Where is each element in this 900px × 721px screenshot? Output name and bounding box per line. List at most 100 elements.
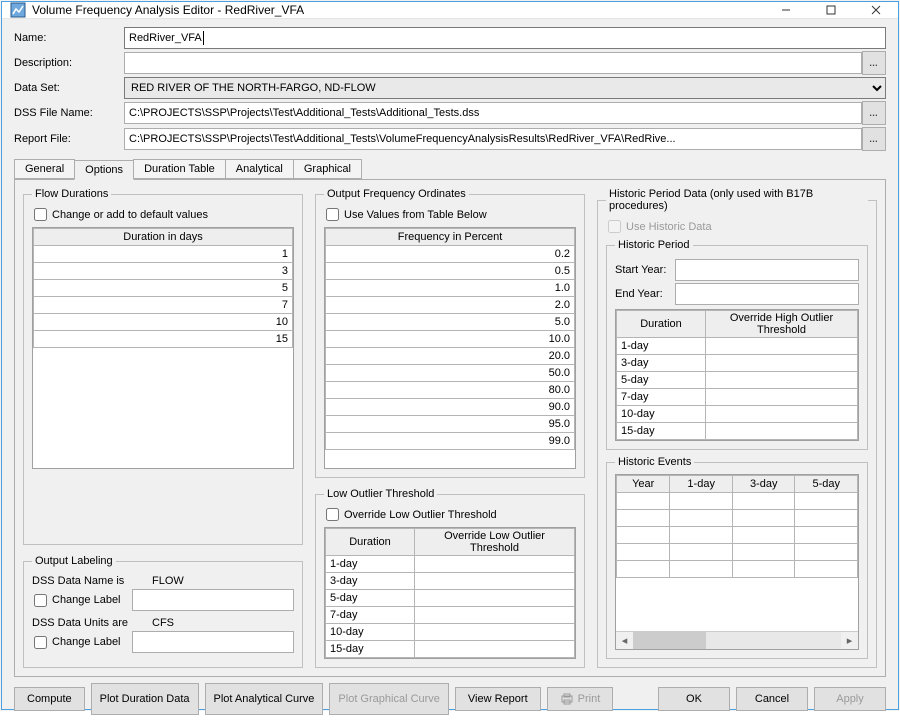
table-row: 7-day	[326, 607, 415, 624]
description-label: Description:	[14, 57, 124, 69]
text-caret	[203, 31, 204, 45]
historic-period-inner: Historic Period Start Year: End Year: Du…	[606, 239, 868, 450]
report-file-input[interactable]: C:\PROJECTS\SSP\Projects\Test\Additional…	[124, 128, 862, 150]
dss-file-browse-button[interactable]: …	[862, 101, 886, 125]
table-row	[617, 493, 858, 510]
table-row: 0.2	[326, 246, 575, 263]
table-row: 10	[34, 314, 293, 331]
compute-button[interactable]: Compute	[14, 687, 85, 711]
historic-events-inner: Historic Events Year1-day3-day5-day	[606, 456, 868, 659]
table-row: 5.0	[326, 314, 575, 331]
low-outlier-table[interactable]: DurationOverride Low Outlier Threshold 1…	[325, 528, 575, 658]
table-row: 7	[34, 297, 293, 314]
table-row: 15-day	[326, 641, 415, 658]
maximize-button[interactable]	[808, 2, 853, 18]
tab-strip: General Options Duration Table Analytica…	[14, 159, 886, 179]
ellipsis-icon: …	[869, 108, 879, 118]
data-set-label: Data Set:	[14, 82, 124, 94]
description-browse-button[interactable]: …	[862, 51, 886, 75]
table-row: 10.0	[326, 331, 575, 348]
table-row: 20.0	[326, 348, 575, 365]
table-row	[617, 510, 858, 527]
low-outlier-group: Low Outlier Threshold Override Low Outli…	[315, 488, 585, 668]
table-row: 7-day	[617, 389, 706, 406]
table-row: 1	[34, 246, 293, 263]
table-row	[617, 561, 858, 578]
scroll-right-icon[interactable]: ▸	[841, 632, 858, 649]
output-frequency-group: Output Frequency Ordinates Use Values fr…	[315, 188, 585, 478]
table-row	[617, 527, 858, 544]
report-file-browse-button[interactable]: …	[862, 127, 886, 151]
table-row: 3-day	[617, 355, 706, 372]
table-row: 50.0	[326, 365, 575, 382]
table-row: 3-day	[326, 573, 415, 590]
change-defaults-checkbox[interactable]: Change or add to default values	[34, 208, 294, 221]
table-row: 2.0	[326, 297, 575, 314]
table-row: 15-day	[617, 423, 706, 440]
table-row: 0.5	[326, 263, 575, 280]
data-set-select[interactable]: RED RIVER OF THE NORTH-FARGO, ND-FLOW	[124, 77, 886, 99]
name-input[interactable]: RedRiver_VFA	[124, 27, 886, 49]
print-button[interactable]: Print	[547, 687, 614, 711]
override-low-outlier-checkbox[interactable]: Override Low Outlier Threshold	[326, 508, 576, 521]
ok-button[interactable]: OK	[658, 687, 730, 711]
table-row: 95.0	[326, 416, 575, 433]
plot-graphical-button[interactable]: Plot Graphical Curve	[329, 683, 449, 715]
units-override-input[interactable]	[132, 631, 294, 653]
change-units-label-checkbox[interactable]: Change Label	[34, 631, 294, 653]
cancel-button[interactable]: Cancel	[736, 687, 808, 711]
header-form: Name: RedRiver_VFA Description: … Data S…	[2, 19, 898, 153]
app-window: Volume Frequency Analysis Editor - RedRi…	[1, 1, 899, 710]
table-row: 10-day	[617, 406, 706, 423]
start-year-input[interactable]	[675, 259, 859, 281]
description-input[interactable]	[124, 52, 862, 74]
horizontal-scrollbar[interactable]: ◂ ▸	[616, 631, 858, 649]
ellipsis-icon: …	[869, 58, 879, 68]
minimize-button[interactable]	[763, 2, 808, 18]
plot-duration-button[interactable]: Plot Duration Data	[91, 683, 199, 715]
durations-table[interactable]: Duration in days 1 3 5 7 10 15	[33, 228, 293, 348]
title-bar: Volume Frequency Analysis Editor - RedRi…	[2, 2, 898, 19]
table-row: 80.0	[326, 382, 575, 399]
table-row: 99.0	[326, 433, 575, 450]
use-historic-checkbox[interactable]: Use Historic Data	[608, 220, 868, 233]
window-title: Volume Frequency Analysis Editor - RedRi…	[32, 3, 763, 17]
historic-events-table[interactable]: Year1-day3-day5-day	[616, 475, 858, 578]
output-labeling-group: Output Labeling DSS Data Name isFLOW Cha…	[23, 555, 303, 668]
high-outlier-table[interactable]: DurationOverride High Outlier Threshold …	[616, 310, 858, 440]
table-row: 5-day	[326, 590, 415, 607]
tab-general[interactable]: General	[14, 159, 75, 179]
app-icon	[10, 2, 26, 18]
tab-graphical[interactable]: Graphical	[293, 159, 362, 179]
dss-file-label: DSS File Name:	[14, 107, 124, 119]
apply-button[interactable]: Apply	[814, 687, 886, 711]
table-row: 5	[34, 280, 293, 297]
table-row: 5-day	[617, 372, 706, 389]
end-year-input[interactable]	[675, 283, 859, 305]
close-button[interactable]	[853, 2, 898, 18]
change-name-label-checkbox[interactable]: Change Label	[34, 589, 294, 611]
flow-durations-group: Flow Durations Change or add to default …	[23, 188, 303, 545]
use-values-checkbox[interactable]: Use Values from Table Below	[326, 208, 576, 221]
tab-duration-table[interactable]: Duration Table	[133, 159, 226, 179]
table-row: 3	[34, 263, 293, 280]
table-row: 10-day	[326, 624, 415, 641]
table-row: 1-day	[326, 556, 415, 573]
table-row: 1.0	[326, 280, 575, 297]
tab-analytical[interactable]: Analytical	[225, 159, 294, 179]
button-bar: Compute Plot Duration Data Plot Analytic…	[2, 683, 898, 721]
table-row: 90.0	[326, 399, 575, 416]
dss-file-input[interactable]: C:\PROJECTS\SSP\Projects\Test\Additional…	[124, 102, 862, 124]
plot-analytical-button[interactable]: Plot Analytical Curve	[205, 683, 324, 715]
view-report-button[interactable]: View Report	[455, 687, 541, 711]
name-override-input[interactable]	[132, 589, 294, 611]
frequency-table[interactable]: Frequency in Percent 0.2 0.5 1.0 2.0 5.0…	[325, 228, 575, 450]
historic-period-group: Historic Period Data (only used with B17…	[597, 188, 877, 668]
ellipsis-icon: …	[869, 134, 879, 144]
scroll-left-icon[interactable]: ◂	[616, 632, 633, 649]
print-icon	[560, 693, 574, 705]
name-label: Name:	[14, 32, 124, 44]
table-row: 15	[34, 331, 293, 348]
tab-options[interactable]: Options	[74, 160, 134, 180]
tab-body-options: Flow Durations Change or add to default …	[14, 179, 886, 677]
